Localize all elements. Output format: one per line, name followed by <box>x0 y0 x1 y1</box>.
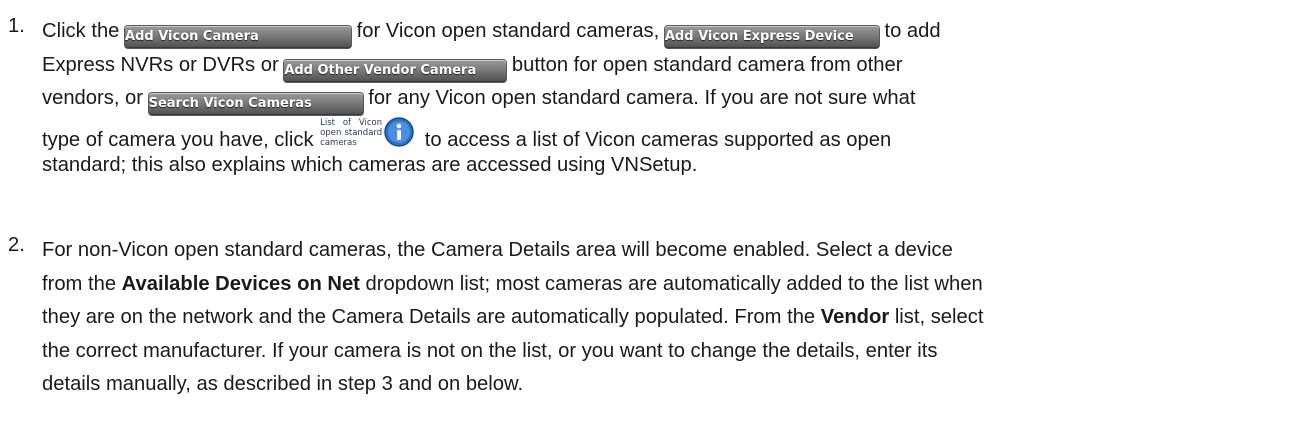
step-1-line-4: type of camera you have, click List of V… <box>42 116 892 152</box>
add-other-vendor-camera-button[interactable]: Add Other Vendor Camera <box>284 59 507 82</box>
document-page: { "steps": [ { "number": "1.", "buttons"… <box>0 0 1297 443</box>
step-2-line-4: the correct manufacturer. If your camera… <box>42 339 938 362</box>
step-1-line-5: standard; this also explains which camer… <box>42 154 698 176</box>
step-2-paragraph: For non-Vicon open standard cameras, the… <box>42 234 1249 402</box>
step-2-line-1: For non-Vicon open standard cameras, the… <box>42 239 953 261</box>
step-2-line-5: details manually, as described in step 3… <box>42 373 524 395</box>
step-2-line-2: from the Available Devices on Net dropdo… <box>42 272 983 295</box>
step-number: 2. <box>8 234 25 256</box>
vendor-label: Vendor <box>820 306 890 328</box>
vicon-camera-list-help-button[interactable]: List of Vicon open standard cameras <box>319 116 419 152</box>
step-1-line-2: Express NVRs or DVRs or Add Other Vendor… <box>42 49 1249 83</box>
available-devices-label: Available Devices on Net <box>121 272 360 295</box>
step-1-line-1: Click the Add Vicon Camera for Vicon ope… <box>42 15 1249 49</box>
step-number: 1. <box>8 15 25 37</box>
step-1-line-3: vendors, or Search Vicon Cameras for any… <box>42 82 1249 116</box>
search-vicon-cameras-button[interactable]: Search Vicon Cameras <box>148 93 363 115</box>
help-caption: List of Vicon open standard cameras <box>320 117 383 148</box>
add-vicon-camera-button[interactable]: Add Vicon Camera <box>125 26 352 48</box>
info-icon <box>384 116 414 147</box>
add-vicon-express-device-button[interactable]: Add Vicon Express Device <box>664 26 879 48</box>
step-2-line-3: they are on the network and the Camera D… <box>42 306 984 328</box>
step-1-paragraph: Click the Add Vicon Camera for Vicon ope… <box>42 15 1249 183</box>
